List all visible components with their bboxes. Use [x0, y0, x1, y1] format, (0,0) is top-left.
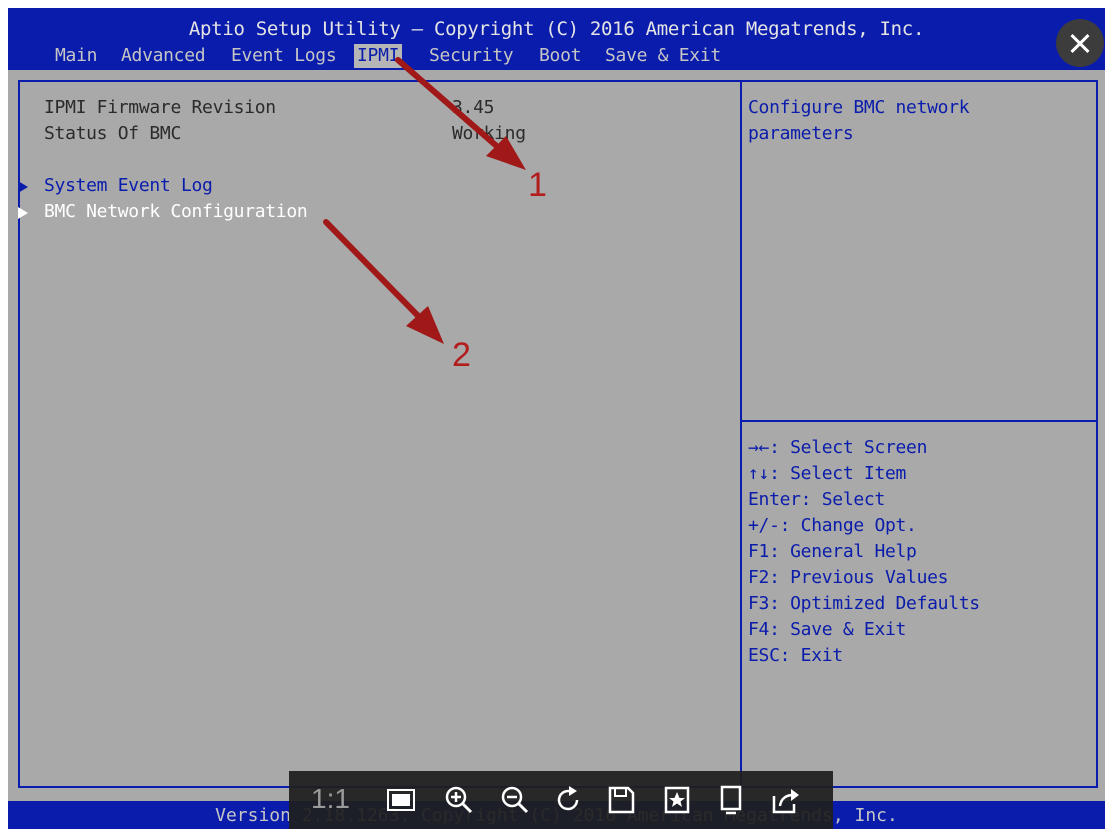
annotation-arrows — [323, 57, 526, 344]
rotate-icon[interactable] — [553, 784, 585, 816]
copy-icon[interactable] — [715, 784, 747, 816]
fit-screen-icon[interactable] — [385, 784, 417, 816]
zoom-in-icon[interactable] — [443, 784, 475, 816]
save-icon[interactable] — [605, 784, 637, 816]
annotation-arrow-1 — [395, 57, 526, 170]
annotation-number-1: 1 — [528, 166, 547, 204]
actual-size-button[interactable]: 1:1 — [311, 783, 350, 815]
close-icon[interactable] — [1056, 19, 1104, 67]
zoom-out-icon[interactable] — [499, 784, 531, 816]
annotation-number-2: 2 — [452, 336, 471, 374]
image-viewer-toolbar: 1:1 — [289, 771, 833, 829]
annotation-arrow-2 — [323, 219, 444, 344]
bookmark-icon[interactable] — [661, 784, 693, 816]
bios-screen: Aptio Setup Utility – Copyright (C) 2016… — [8, 8, 1105, 829]
share-icon[interactable] — [769, 784, 801, 816]
